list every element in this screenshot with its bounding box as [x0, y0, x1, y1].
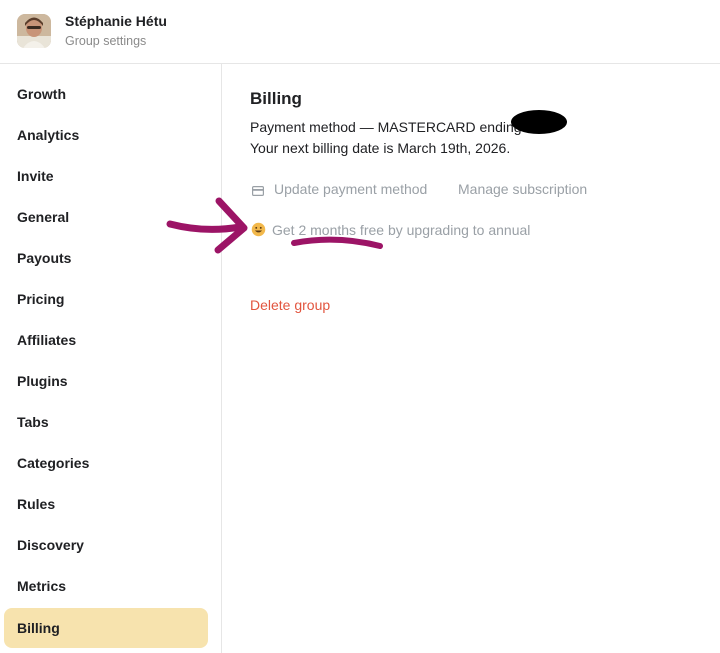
settings-sidebar: Growth Analytics Invite General Payouts …: [0, 64, 222, 653]
payment-method-text: Payment method — MASTERCARD ending i: [250, 119, 529, 135]
update-payment-method-link[interactable]: Update payment method: [274, 181, 427, 197]
sidebar-item-label: Affiliates: [17, 332, 77, 348]
billing-panel: Billing Payment method — MASTERCARD endi…: [222, 64, 720, 653]
sidebar-item-label: Analytics: [17, 127, 80, 143]
sidebar-item-discovery[interactable]: Discovery: [4, 525, 208, 565]
sidebar-item-invite[interactable]: Invite: [4, 156, 208, 196]
page-title: Billing: [250, 89, 302, 108]
user-name: Stéphanie Hétu: [65, 13, 167, 29]
sidebar-item-general[interactable]: General: [4, 197, 208, 237]
sidebar-item-label: Payouts: [17, 250, 72, 266]
avatar-image: [17, 14, 51, 48]
sidebar-item-tabs[interactable]: Tabs: [4, 402, 208, 442]
page-subtitle: Group settings: [65, 34, 147, 48]
sidebar-item-label: General: [17, 209, 70, 225]
sidebar-item-metrics[interactable]: Metrics: [4, 566, 208, 606]
delete-group-link[interactable]: Delete group: [250, 297, 330, 313]
sidebar-item-affiliates[interactable]: Affiliates: [4, 320, 208, 360]
upgrade-annual-link[interactable]: Get 2 months free by upgrading to annual: [272, 222, 530, 238]
grinning-face-icon: [251, 222, 266, 242]
sidebar-item-label: Tabs: [17, 414, 49, 430]
sidebar-item-payouts[interactable]: Payouts: [4, 238, 208, 278]
sidebar-item-label: Categories: [17, 455, 90, 471]
sidebar-item-rules[interactable]: Rules: [4, 484, 208, 524]
credit-card-icon: [252, 183, 265, 201]
sidebar-item-label: Plugins: [17, 373, 68, 389]
sidebar-item-plugins[interactable]: Plugins: [4, 361, 208, 401]
app-header: Stéphanie Hétu Group settings: [0, 0, 720, 64]
sidebar-item-label: Billing: [17, 620, 60, 636]
sidebar-item-categories[interactable]: Categories: [4, 443, 208, 483]
manage-subscription-link[interactable]: Manage subscription: [458, 181, 587, 197]
sidebar-item-label: Discovery: [17, 537, 84, 553]
avatar[interactable]: [17, 14, 51, 48]
sidebar-item-growth[interactable]: Growth: [4, 74, 208, 114]
next-billing-date-text: Your next billing date is March 19th, 20…: [250, 140, 511, 156]
sidebar-item-label: Rules: [17, 496, 56, 512]
sidebar-item-analytics[interactable]: Analytics: [4, 115, 208, 155]
sidebar-item-label: Invite: [17, 168, 54, 184]
sidebar-item-billing[interactable]: Billing: [4, 608, 208, 648]
sidebar-item-label: Growth: [17, 86, 66, 102]
sidebar-item-label: Metrics: [17, 578, 67, 594]
sidebar-item-pricing[interactable]: Pricing: [4, 279, 208, 319]
sidebar-item-label: Pricing: [17, 291, 65, 307]
